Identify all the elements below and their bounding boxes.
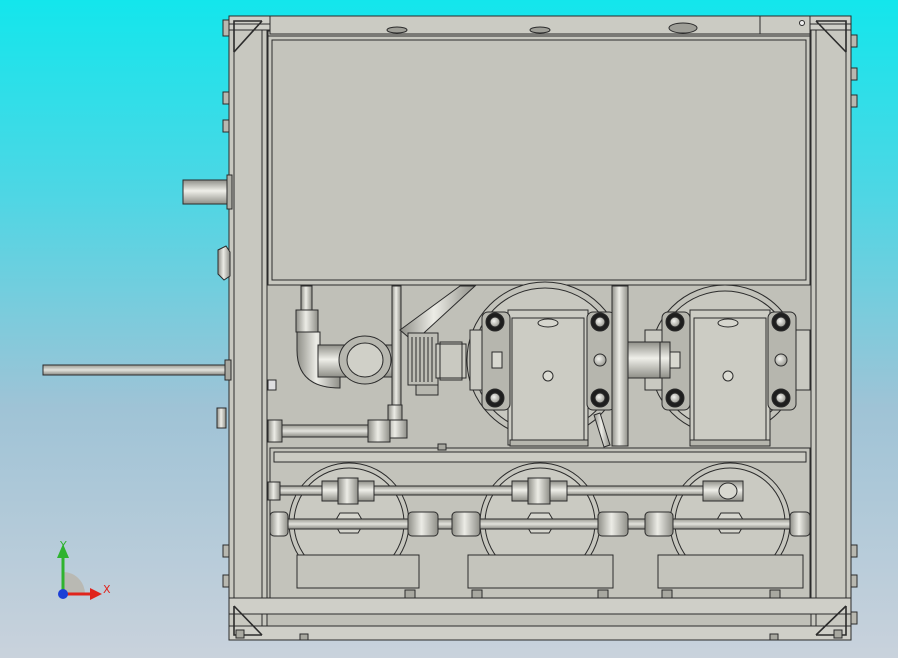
triad-x-label: X [103, 583, 111, 596]
right-post [810, 15, 852, 641]
assembly-drawing: Y X [42, 15, 858, 641]
drain-rod [42, 364, 227, 376]
cad-viewport[interactable]: Y X [0, 0, 898, 658]
triad-icon: Y X [57, 539, 111, 600]
bottom-rail [228, 597, 852, 615]
side-nozzle [182, 179, 230, 205]
left-post [228, 15, 268, 641]
triad-y-label: Y [59, 539, 67, 552]
